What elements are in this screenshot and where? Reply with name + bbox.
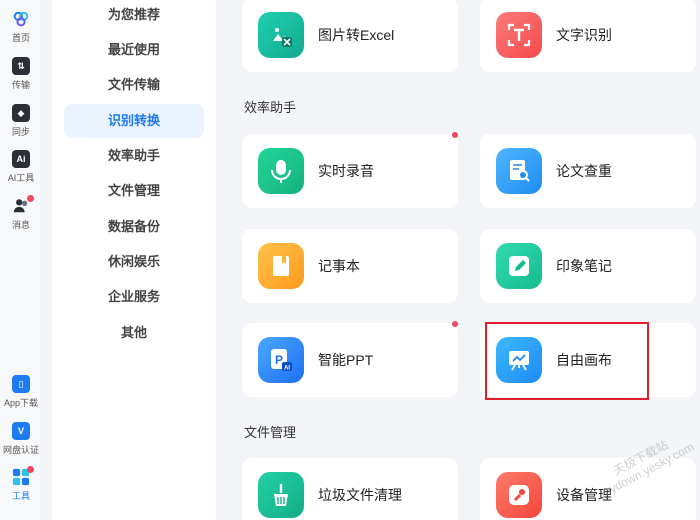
card-label: 记事本 bbox=[318, 258, 360, 274]
notification-dot bbox=[27, 466, 34, 473]
rail-ai[interactable]: Ai AI工具 bbox=[0, 150, 42, 184]
category-other[interactable]: 其他 bbox=[64, 316, 204, 350]
card-paper-check[interactable]: 论文查重 bbox=[480, 134, 696, 208]
text-scan-icon bbox=[496, 12, 542, 58]
card-label: 印象笔记 bbox=[556, 258, 612, 274]
rail-message[interactable]: 消息 bbox=[0, 195, 42, 231]
icon-rail: 首页 ⇅ 传输 ◆ 同步 Ai AI工具 消息 ▯ App下载 V 网盘认证 工… bbox=[0, 0, 42, 520]
rail-label: 消息 bbox=[11, 220, 30, 230]
wrench-icon bbox=[496, 472, 542, 518]
ai-icon: Ai bbox=[12, 150, 30, 168]
card-image-to-excel[interactable]: 图片转Excel bbox=[242, 0, 458, 72]
category-recent[interactable]: 最近使用 bbox=[64, 33, 204, 67]
ppt-ai-icon: P AI bbox=[258, 337, 304, 383]
microphone-icon bbox=[258, 148, 304, 194]
card-evernote[interactable]: 印象笔记 bbox=[480, 229, 696, 303]
verify-icon: V bbox=[12, 422, 30, 440]
new-badge-dot bbox=[452, 132, 458, 138]
image-excel-icon bbox=[258, 12, 304, 58]
sync-icon: ◆ bbox=[12, 104, 30, 122]
category-recognize-convert[interactable]: 识别转换 bbox=[64, 104, 204, 138]
card-label: 论文查重 bbox=[556, 163, 612, 179]
card-label: 实时录音 bbox=[318, 163, 374, 179]
category-transfer[interactable]: 文件传输 bbox=[64, 68, 204, 102]
category-backup[interactable]: 数据备份 bbox=[64, 210, 204, 244]
card-junk-cleanup[interactable]: 垃圾文件清理 bbox=[242, 458, 458, 520]
highlight-box bbox=[485, 322, 649, 400]
message-icon bbox=[12, 195, 34, 215]
rail-home[interactable]: 首页 bbox=[0, 10, 42, 44]
tool-grid: 图片转Excel 文字识别 效率助手 实时录音 论文查重 记事本 印象笔记 P … bbox=[226, 0, 700, 520]
home-icon bbox=[12, 10, 30, 28]
rail-label: 网盘认证 bbox=[2, 445, 39, 455]
phone-icon: ▯ bbox=[12, 375, 30, 393]
rail-verify[interactable]: V 网盘认证 bbox=[0, 422, 42, 456]
category-list: 为您推荐 最近使用 文件传输 识别转换 效率助手 文件管理 数据备份 休闲娱乐 … bbox=[52, 0, 216, 520]
card-label: 图片转Excel bbox=[318, 27, 395, 43]
card-label: 垃圾文件清理 bbox=[318, 487, 402, 503]
svg-text:P: P bbox=[275, 353, 283, 367]
card-ocr[interactable]: 文字识别 bbox=[480, 0, 696, 72]
transfer-icon: ⇅ bbox=[12, 57, 30, 75]
rail-label: 首页 bbox=[11, 33, 30, 43]
card-label: 智能PPT bbox=[318, 352, 374, 368]
card-smart-ppt[interactable]: P AI 智能PPT bbox=[242, 321, 458, 397]
notebook-icon bbox=[258, 243, 304, 289]
rail-label: App下载 bbox=[3, 398, 38, 408]
rail-label: 传输 bbox=[11, 80, 30, 90]
card-label: 文字识别 bbox=[556, 27, 612, 43]
section-title-file-manage: 文件管理 bbox=[244, 425, 297, 440]
rail-label: 同步 bbox=[11, 127, 30, 137]
category-leisure[interactable]: 休闲娱乐 bbox=[64, 245, 204, 279]
category-file-manage[interactable]: 文件管理 bbox=[64, 174, 204, 208]
category-recommend[interactable]: 为您推荐 bbox=[64, 0, 204, 32]
category-efficiency[interactable]: 效率助手 bbox=[64, 139, 204, 173]
rail-tools[interactable]: 工具 bbox=[0, 466, 42, 502]
card-notebook[interactable]: 记事本 bbox=[242, 229, 458, 303]
rail-transfer[interactable]: ⇅ 传输 bbox=[0, 57, 42, 91]
rail-label: 工具 bbox=[11, 491, 30, 501]
new-badge-dot bbox=[452, 321, 458, 327]
card-realtime-recording[interactable]: 实时录音 bbox=[242, 132, 458, 208]
broom-icon bbox=[258, 472, 304, 518]
pen-note-icon bbox=[496, 243, 542, 289]
rail-sync[interactable]: ◆ 同步 bbox=[0, 104, 42, 138]
notification-dot bbox=[27, 195, 34, 202]
rail-app-download[interactable]: ▯ App下载 bbox=[0, 375, 42, 409]
section-title-efficiency: 效率助手 bbox=[244, 100, 297, 115]
rail-label: AI工具 bbox=[7, 173, 35, 183]
svg-text:AI: AI bbox=[284, 366, 290, 372]
category-enterprise[interactable]: 企业服务 bbox=[64, 280, 204, 314]
tools-icon bbox=[12, 466, 34, 486]
document-search-icon bbox=[496, 148, 542, 194]
